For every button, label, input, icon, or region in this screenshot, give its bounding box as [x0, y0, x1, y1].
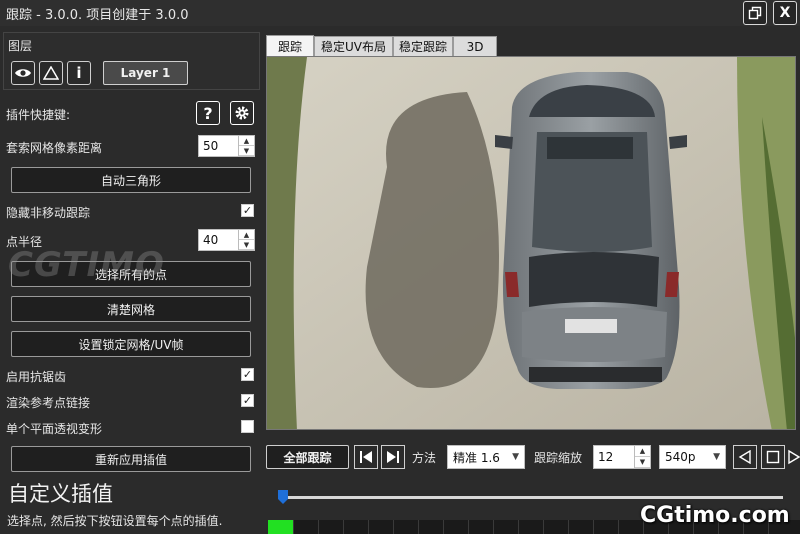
restore-icon [748, 6, 762, 20]
search-grid-value[interactable]: 50 [199, 139, 238, 153]
chevron-down-icon: ▼ [713, 452, 720, 462]
auto-triangle-button[interactable]: 自动三角形 [11, 167, 251, 193]
antialias-label: 启用抗锯齿 [6, 370, 67, 384]
single-plane-label: 单个平面透视变形 [6, 422, 103, 436]
layer-1-button[interactable]: Layer 1 [103, 61, 188, 85]
hide-nonmoving-label: 隐藏非移动跟踪 [6, 206, 91, 220]
question-icon: ? [203, 103, 213, 123]
step-back-icon [360, 451, 372, 463]
close-button[interactable]: X [773, 1, 797, 25]
play-backward-icon [738, 450, 751, 464]
frame-cell[interactable] [569, 520, 594, 534]
frame-cell[interactable] [594, 520, 619, 534]
video-viewport[interactable] [266, 56, 796, 430]
frame-cell[interactable] [344, 520, 369, 534]
triangle-icon [43, 66, 59, 80]
gear-icon [235, 106, 249, 120]
check-icon: ✓ [242, 394, 253, 407]
chevron-down-icon: ▼ [512, 452, 519, 462]
frame-cell[interactable] [519, 520, 544, 534]
check-icon: ✓ [242, 204, 253, 217]
timeline-track[interactable] [283, 496, 783, 499]
clear-grid-button[interactable]: 清楚网格 [11, 296, 251, 322]
frame-cell[interactable] [268, 520, 294, 534]
method-select[interactable]: 精准 1.6 ▼ [447, 445, 525, 469]
plugin-shortcut-label: 插件快捷键: [6, 108, 71, 122]
custom-interp-title: 自定义插值 [8, 482, 113, 506]
frame-cell[interactable] [544, 520, 569, 534]
play-backward-button[interactable] [733, 445, 757, 469]
spin-up-icon[interactable]: ▲ [239, 136, 254, 146]
render-ref-checkbox[interactable]: ✓ [241, 394, 254, 407]
hide-nonmoving-checkbox[interactable]: ✓ [241, 204, 254, 217]
resolution-value: 540p [665, 450, 696, 464]
render-ref-label: 渲染参考点链接 [6, 396, 91, 410]
step-forward-icon [387, 451, 399, 463]
frame-cell[interactable] [494, 520, 519, 534]
tab-3d[interactable]: 3D [453, 36, 497, 56]
frame-cell[interactable] [394, 520, 419, 534]
spin-down-icon[interactable]: ▼ [239, 240, 254, 250]
spin-down-icon[interactable]: ▼ [635, 457, 650, 468]
check-icon: ✓ [242, 368, 253, 381]
visibility-button[interactable] [11, 61, 35, 85]
search-grid-label: 套索网格像素距离 [6, 141, 103, 155]
video-frame [267, 57, 795, 429]
restore-button[interactable] [743, 1, 767, 25]
frame-cell[interactable] [469, 520, 494, 534]
select-all-points-button[interactable]: 选择所有的点 [11, 261, 251, 287]
window-title: 跟踪 - 3.0.0. 项目创建于 3.0.0 [6, 8, 189, 23]
step-back-button[interactable] [354, 445, 378, 469]
settings-button[interactable] [230, 101, 254, 125]
watermark-site: CGtimo.com [640, 503, 790, 528]
search-grid-spinbox[interactable]: 50 ▲ ▼ [198, 135, 255, 157]
method-label: 方法 [412, 451, 437, 465]
point-radius-label: 点半径 [6, 235, 43, 249]
stop-button[interactable] [761, 445, 785, 469]
antialias-checkbox[interactable]: ✓ [241, 368, 254, 381]
playhead-icon [278, 490, 288, 504]
frame-cell[interactable] [444, 520, 469, 534]
point-radius-value[interactable]: 40 [199, 233, 238, 247]
info-icon: i [76, 64, 82, 82]
track-scale-label: 跟踪缩放 [534, 451, 583, 465]
stop-icon [766, 450, 780, 464]
layers-label: 图层 [8, 39, 33, 53]
mesh-button[interactable] [39, 61, 63, 85]
spin-up-icon[interactable]: ▲ [635, 446, 650, 457]
info-button[interactable]: i [67, 61, 91, 85]
help-button[interactable]: ? [196, 101, 220, 125]
timeline-playhead[interactable] [277, 489, 289, 505]
tab-stable-tracking[interactable]: 稳定跟踪 [393, 36, 453, 56]
frame-cell[interactable] [294, 520, 319, 534]
step-forward-button[interactable] [381, 445, 405, 469]
spin-up-icon[interactable]: ▲ [239, 230, 254, 240]
reapply-interpolation-button[interactable]: 重新应用插值 [11, 446, 251, 472]
spin-down-icon[interactable]: ▼ [239, 146, 254, 156]
single-plane-checkbox[interactable] [241, 420, 254, 433]
frame-cell[interactable] [319, 520, 344, 534]
track-all-button[interactable]: 全部跟踪 [266, 445, 349, 469]
resolution-select[interactable]: 540p ▼ [659, 445, 726, 469]
custom-interp-description: 选择点, 然后按下按钮设置每个点的插值. [7, 514, 223, 528]
track-scale-spinbox[interactable]: 12 ▲ ▼ [593, 445, 651, 469]
method-value: 精准 1.6 [453, 450, 500, 465]
point-radius-spinbox[interactable]: 40 ▲ ▼ [198, 229, 255, 251]
eye-icon [15, 69, 31, 77]
tab-tracking[interactable]: 跟踪 [266, 35, 314, 56]
track-scale-value[interactable]: 12 [594, 450, 634, 464]
tab-stable-uv-layout[interactable]: 稳定UV布局 [314, 36, 393, 56]
play-forward-button[interactable] [787, 445, 800, 469]
frame-cell[interactable] [419, 520, 444, 534]
play-forward-icon [788, 449, 800, 465]
set-lock-grid-button[interactable]: 设置锁定网格/UV帧 [11, 331, 251, 357]
frame-cell[interactable] [369, 520, 394, 534]
